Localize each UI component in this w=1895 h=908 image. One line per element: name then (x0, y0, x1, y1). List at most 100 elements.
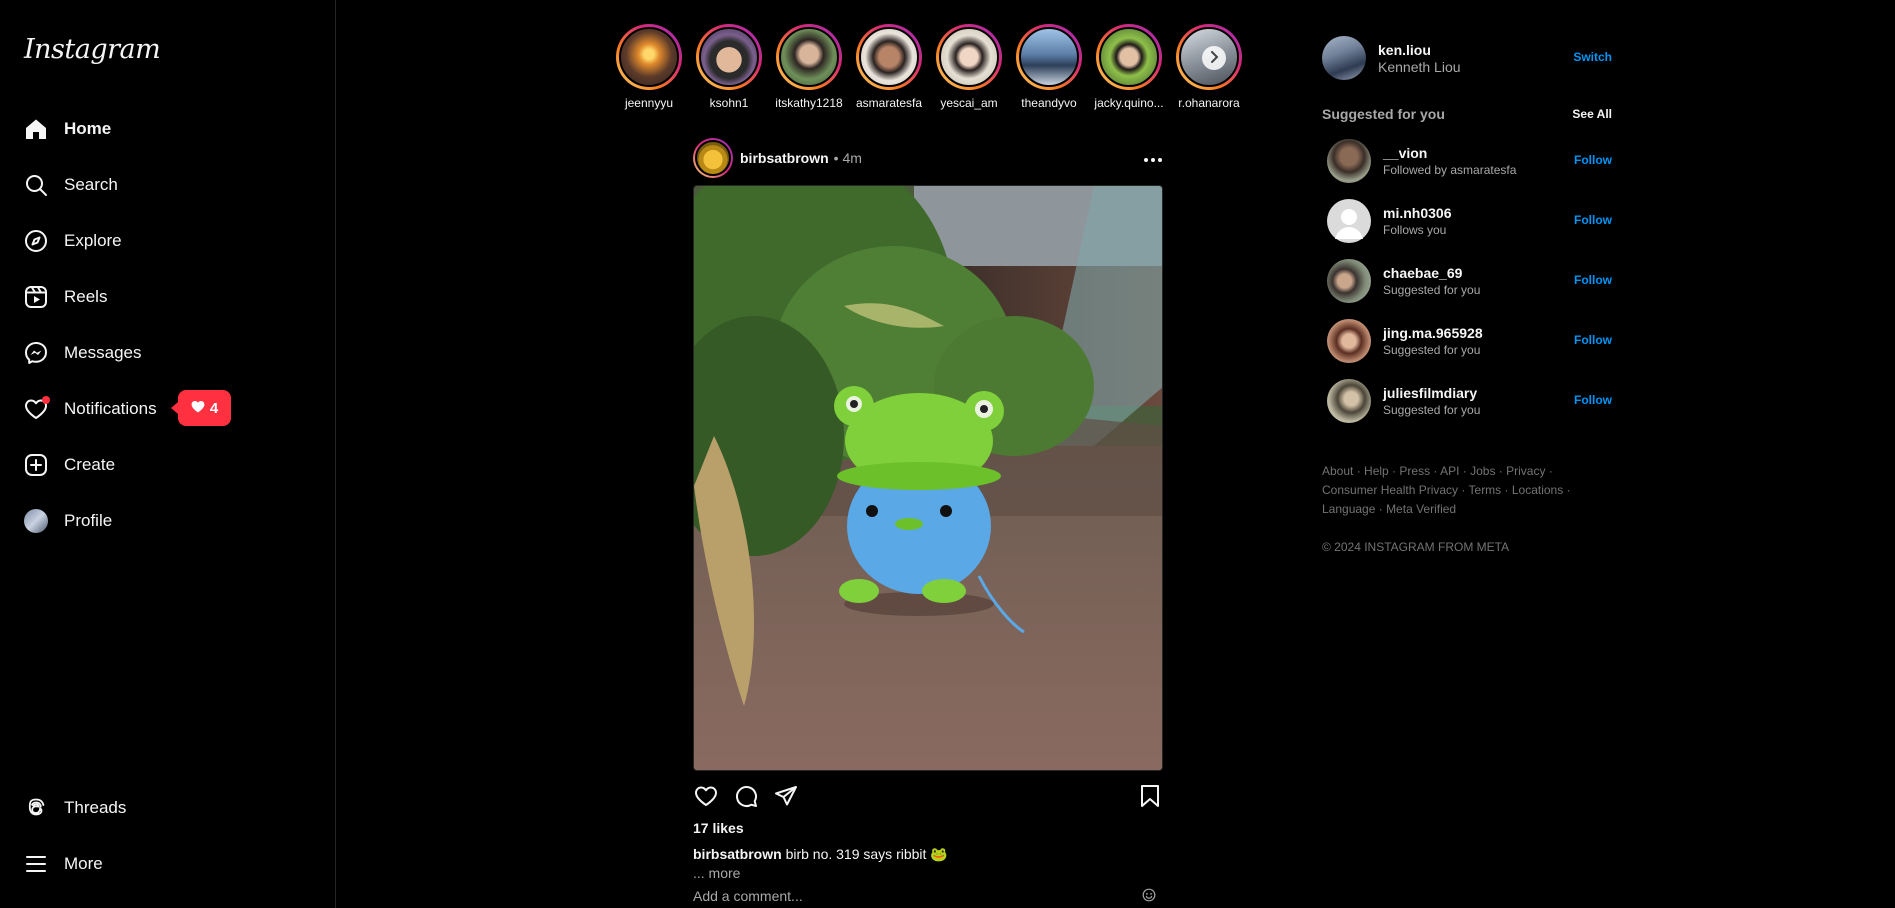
threads-icon (24, 796, 48, 820)
avatar[interactable] (1327, 199, 1371, 243)
footer-link[interactable]: About (1322, 464, 1353, 478)
story-item[interactable]: asmaratesfa (852, 24, 926, 110)
suggestion-username[interactable]: chaebae_69 (1383, 265, 1480, 281)
story-username: jacky.quino... (1094, 96, 1164, 110)
sidebar-item-search[interactable]: Search (24, 165, 314, 205)
post-author-avatar[interactable] (693, 138, 733, 178)
add-comment-input[interactable]: Add a comment... (693, 888, 1163, 904)
sidebar-item-more[interactable]: More (24, 844, 314, 884)
footer-link[interactable]: Press (1399, 464, 1430, 478)
post-timestamp[interactable]: • 4m (834, 150, 862, 166)
story-item[interactable]: jeennyyu (612, 24, 686, 110)
suggestion-username[interactable]: mi.nh0306 (1383, 205, 1451, 221)
story-item[interactable]: yescai_am (932, 24, 1006, 110)
more-options-icon[interactable] (1143, 146, 1163, 169)
suggestion-subtitle: Follows you (1383, 223, 1447, 237)
footer-link[interactable]: Meta Verified (1386, 502, 1456, 516)
avatar[interactable] (1322, 36, 1366, 80)
suggestion-item: mi.nh0306 Follows you Follow (1327, 199, 1612, 243)
footer-link[interactable]: API (1440, 464, 1459, 478)
switch-account-button[interactable]: Switch (1573, 50, 1612, 64)
sidebar-item-label: Notifications (64, 399, 157, 418)
caption-more-link[interactable]: ... more (693, 865, 740, 881)
suggestion-username[interactable]: jing.ma.965928 (1383, 325, 1483, 341)
story-username: itskathy1218 (775, 96, 843, 110)
footer-link[interactable]: Language (1322, 502, 1375, 516)
notification-count-bubble[interactable]: 4 (171, 390, 231, 426)
avatar[interactable] (1327, 139, 1371, 183)
footer-link[interactable]: Privacy (1506, 464, 1545, 478)
footer-link[interactable]: Consumer Health Privacy (1322, 483, 1458, 497)
bookmark-icon[interactable] (1137, 783, 1163, 809)
suggestions-header: Suggested for you See All (1322, 106, 1612, 122)
caption-text: birb no. 319 says ribbit 🐸 (785, 846, 948, 862)
post-header: birbsatbrown • 4m (693, 138, 1163, 178)
post-caption: birbsatbrown birb no. 319 says ribbit 🐸 (693, 846, 948, 863)
sidebar-item-home[interactable]: Home (24, 109, 314, 149)
story-username: yescai_am (940, 96, 998, 110)
likes-count[interactable]: 17 likes (693, 820, 744, 836)
story-username: theandyvo (1021, 96, 1077, 110)
instagram-logo[interactable]: Instagram (24, 34, 161, 65)
search-icon (24, 173, 48, 197)
suggestion-username[interactable]: __vion (1383, 145, 1516, 161)
story-username: ksohn1 (709, 96, 749, 110)
messenger-icon (24, 341, 48, 365)
menu-icon (24, 852, 48, 876)
post-username[interactable]: birbsatbrown (740, 150, 829, 166)
post-image[interactable] (693, 185, 1163, 771)
emoji-icon[interactable] (1142, 888, 1156, 907)
footer-link[interactable]: Locations (1512, 483, 1563, 497)
sidebar-item-label: Threads (64, 798, 127, 817)
footer-link[interactable]: Terms (1469, 483, 1502, 497)
caption-username[interactable]: birbsatbrown (693, 846, 782, 862)
suggestion-subtitle: Suggested for you (1383, 283, 1481, 297)
suggestion-username[interactable]: juliesfilmdiary (1383, 385, 1480, 401)
story-username: r.ohanarora (1178, 96, 1240, 110)
suggestion-item: chaebae_69 Suggested for you Follow (1327, 259, 1612, 303)
story-item[interactable]: jacky.quino... (1092, 24, 1166, 110)
follow-button[interactable]: Follow (1574, 273, 1612, 287)
suggestion-subtitle: Suggested for you (1383, 403, 1481, 417)
story-username: jeennyyu (624, 96, 674, 110)
sidebar-item-create[interactable]: Create (24, 445, 314, 485)
sidebar: Instagram Home Search Explore Reels Mess… (0, 0, 336, 908)
comment-icon[interactable] (733, 783, 759, 809)
sidebar-item-label: Search (64, 175, 118, 194)
sidebar-item-explore[interactable]: Explore (24, 221, 314, 261)
sidebar-item-messages[interactable]: Messages (24, 333, 314, 373)
suggestions-title: Suggested for you (1322, 106, 1445, 122)
see-all-button[interactable]: See All (1572, 107, 1612, 121)
footer-link[interactable]: Help (1364, 464, 1389, 478)
story-item[interactable]: theandyvo (1012, 24, 1086, 110)
avatar[interactable] (1327, 259, 1371, 303)
footer-link[interactable]: Jobs (1470, 464, 1495, 478)
story-item[interactable]: itskathy1218 (772, 24, 846, 110)
follow-button[interactable]: Follow (1574, 333, 1612, 347)
stories-next-button[interactable] (1202, 46, 1226, 70)
follow-button[interactable]: Follow (1574, 153, 1612, 167)
story-item[interactable]: ksohn1 (692, 24, 766, 110)
chevron-right-icon (1209, 50, 1219, 66)
sidebar-item-profile[interactable]: Profile (24, 501, 314, 541)
sidebar-item-reels[interactable]: Reels (24, 277, 314, 317)
sidebar-item-label: More (64, 854, 103, 873)
notification-dot (42, 396, 50, 404)
heart-icon (191, 400, 205, 417)
avatar[interactable] (1327, 319, 1371, 363)
compass-icon (24, 229, 48, 253)
account-username[interactable]: ken.liou (1378, 42, 1461, 58)
sidebar-item-notifications[interactable]: Notifications (24, 389, 314, 429)
notification-count: 4 (209, 399, 219, 417)
sidebar-item-threads[interactable]: Threads (24, 788, 314, 828)
avatar[interactable] (1327, 379, 1371, 423)
stories-tray: jeennyyu ksohn1 itskathy1218 asmaratesfa… (612, 24, 1244, 114)
like-heart-icon[interactable] (693, 783, 719, 809)
copyright: © 2024 INSTAGRAM FROM META (1322, 540, 1510, 554)
current-account: ken.liou Kenneth Liou Switch (1322, 36, 1612, 80)
follow-button[interactable]: Follow (1574, 393, 1612, 407)
share-icon[interactable] (773, 783, 799, 809)
suggestion-item: juliesfilmdiary Suggested for you Follow (1327, 379, 1612, 423)
follow-button[interactable]: Follow (1574, 213, 1612, 227)
suggestion-subtitle: Suggested for you (1383, 343, 1481, 357)
